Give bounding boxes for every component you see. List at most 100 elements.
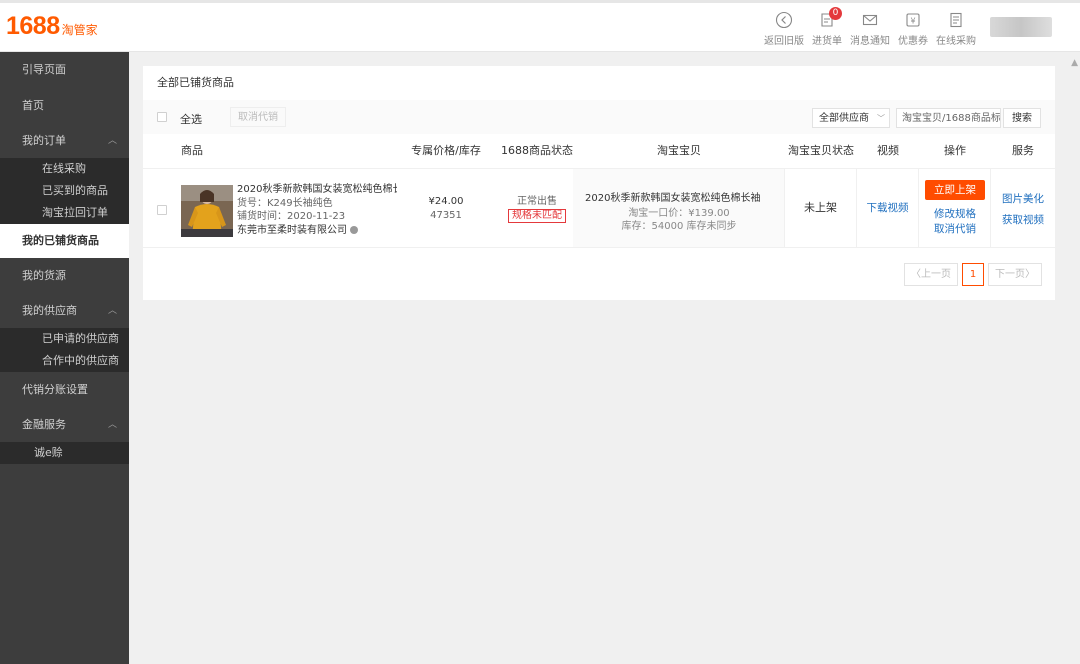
page-number-current[interactable]: 1 [962, 263, 984, 286]
pagination: 〈上一页 1 下一页〉 [900, 263, 1042, 286]
exclusive-price: ¥24.00 [428, 196, 464, 207]
sidebar-item-applied-suppliers[interactable]: 已申请的供应商 [0, 328, 129, 350]
product-image[interactable] [181, 185, 233, 237]
sidebar-item-label: 代销分账设置 [22, 383, 88, 396]
chevron-down-icon: ﹀ [877, 114, 885, 123]
taobao-item-cell: 2020秋季新款韩国女装宽松纯色棉长袖 淘宝一口价：¥139.00 库存：540… [573, 169, 785, 247]
sidebar: 引导页面 首页 我的订单 ︿ 在线采购 已买到的商品 淘宝拉回订单 我的已铺货商… [0, 52, 129, 664]
panel-title: 全部已铺货商品 [157, 76, 234, 89]
column-services: 服务 [1012, 144, 1034, 157]
product-listed-date: 铺货时间：2020-11-23 [237, 211, 346, 222]
supplier-select-value: 全部供应商 [819, 113, 869, 124]
product-title[interactable]: 2020秋季新款韩国女装宽松纯色棉长袖 [237, 183, 397, 197]
shop-info-icon [350, 225, 359, 234]
sidebar-item-label: 我的订单 [22, 134, 66, 147]
get-video-link[interactable]: 获取视频 [991, 212, 1055, 227]
mail-icon [862, 14, 878, 26]
sidebar-item-listed-products[interactable]: 我的已铺货商品 [0, 224, 129, 258]
column-price-stock: 专属价格/库存 [411, 144, 481, 157]
sidebar-item-settlement[interactable]: 代销分账设置 [0, 372, 129, 408]
table-header: 商品 专属价格/库存 1688商品状态 淘宝宝贝 淘宝宝贝状态 视频 操作 服务 [143, 134, 1055, 168]
cart-list-button[interactable]: 0 进货单 [812, 7, 842, 47]
online-purchase-label: 在线采购 [936, 36, 976, 47]
logo-text: 淘管家 [61, 23, 98, 37]
back-old-version-label: 返回旧版 [764, 36, 804, 47]
search-input[interactable]: 淘宝宝贝/1688商品标题 [896, 108, 1001, 128]
product-photo [181, 185, 233, 237]
column-1688-status: 1688商品状态 [501, 144, 573, 157]
column-video: 视频 [877, 144, 899, 157]
sidebar-submenu-suppliers: 已申请的供应商 合作中的供应商 [0, 328, 129, 372]
sidebar-item-suppliers[interactable]: 我的供应商 ︿ [0, 294, 129, 328]
sidebar-item-label: 金融服务 [22, 418, 66, 431]
search-button[interactable]: 搜索 [1003, 108, 1041, 128]
back-icon [775, 11, 793, 29]
image-beautify-link[interactable]: 图片美化 [991, 191, 1055, 206]
next-page-button[interactable]: 下一页〉 [988, 263, 1042, 286]
sidebar-item-finance[interactable]: 金融服务 ︿ [0, 408, 129, 442]
taobao-item-title[interactable]: 2020秋季新款韩国女装宽松纯色棉长袖 [585, 189, 760, 204]
chevron-up-icon: ︿ [107, 420, 117, 430]
sidebar-item-label: 我的已铺货商品 [22, 234, 99, 247]
listed-products-panel: 全部已铺货商品 全选 取消代销 全部供应商 ﹀ 淘宝宝贝/1688商品标题 搜索… [143, 66, 1055, 300]
sidebar-item-bought[interactable]: 已买到的商品 [0, 180, 129, 202]
services-cell: 图片美化 获取视频 [991, 169, 1055, 247]
cart-list-label: 进货单 [812, 36, 842, 47]
app-logo[interactable]: 1688 淘管家 [6, 12, 98, 41]
product-shop[interactable]: 东莞市至柔时装有限公司 [237, 224, 397, 238]
select-all-label[interactable]: 全选 [180, 111, 202, 127]
user-avatar[interactable] [990, 17, 1052, 37]
column-product: 商品 [181, 144, 203, 157]
spec-mismatch-tag[interactable]: 规格未匹配 [508, 209, 566, 223]
status-1688-cell: 正常出售 规格未匹配 [497, 195, 577, 223]
logo-number: 1688 [6, 12, 60, 40]
prev-page-button[interactable]: 〈上一页 [904, 263, 958, 286]
sidebar-item-credit[interactable]: 诚e赊 [0, 442, 129, 464]
taobao-stock: 库存：54000 库存未同步 [621, 221, 737, 232]
sidebar-item-online-purchase[interactable]: 在线采购 [0, 158, 129, 180]
list-now-button[interactable]: 立即上架 [925, 180, 985, 200]
sidebar-submenu-orders: 在线采购 已买到的商品 淘宝拉回订单 [0, 158, 129, 224]
scroll-up-arrow-icon[interactable]: ▲ [1071, 58, 1078, 68]
sidebar-item-sources[interactable]: 我的货源 [0, 258, 129, 294]
sidebar-item-orders[interactable]: 我的订单 ︿ [0, 124, 129, 158]
cancel-consign-link[interactable]: 取消代销 [919, 221, 991, 236]
chevron-up-icon: ︿ [107, 136, 117, 146]
status-1688: 正常出售 [517, 196, 557, 207]
edit-spec-link[interactable]: 修改规格 [919, 206, 991, 221]
taobao-status: 未上架 [785, 169, 857, 247]
sidebar-item-label: 我的供应商 [22, 304, 77, 317]
cancel-consign-button[interactable]: 取消代销 [230, 107, 286, 127]
download-video-link[interactable]: 下载视频 [857, 169, 919, 247]
supplier-select[interactable]: 全部供应商 ﹀ [812, 108, 890, 128]
sidebar-item-label: 我的货源 [22, 269, 66, 282]
top-actions: 返回旧版 0 进货单 消息通知 ¥ 优惠券 在线采购 [756, 7, 976, 47]
messages-label: 消息通知 [850, 36, 890, 47]
sidebar-item-taobao-orders[interactable]: 淘宝拉回订单 [0, 202, 129, 224]
table-row: 2020秋季新款韩国女装宽松纯色棉长袖 货号：K249长袖纯色 铺货时间：202… [143, 168, 1055, 248]
column-taobao-item: 淘宝宝贝 [657, 144, 701, 157]
column-operations: 操作 [944, 144, 966, 157]
operations-cell: 立即上架 修改规格 取消代销 [919, 169, 991, 247]
sidebar-item-cooperating-suppliers[interactable]: 合作中的供应商 [0, 350, 129, 372]
coupon-button[interactable]: ¥ 优惠券 [898, 11, 928, 47]
select-all-checkbox[interactable] [157, 112, 167, 122]
sidebar-item-guide[interactable]: 引导页面 [0, 52, 129, 88]
sidebar-submenu-finance: 诚e赊 [0, 442, 129, 464]
online-purchase-button[interactable]: 在线采购 [936, 11, 976, 47]
chevron-up-icon: ︿ [107, 306, 117, 316]
back-old-version-button[interactable]: 返回旧版 [764, 11, 804, 47]
product-info: 2020秋季新款韩国女装宽松纯色棉长袖 货号：K249长袖纯色 铺货时间：202… [237, 183, 397, 237]
sidebar-item-label: 首页 [22, 99, 44, 112]
purchase-icon [950, 12, 962, 28]
svg-text:¥: ¥ [910, 17, 915, 26]
messages-button[interactable]: 消息通知 [850, 11, 890, 47]
sidebar-item-label: 引导页面 [22, 63, 66, 76]
column-taobao-status: 淘宝宝贝状态 [788, 144, 854, 157]
sidebar-item-home[interactable]: 首页 [0, 88, 129, 124]
product-sku: 货号：K249长袖纯色 [237, 197, 333, 209]
coupon-label: 优惠券 [898, 36, 928, 47]
row-checkbox[interactable] [157, 205, 167, 215]
top-bar: 1688 淘管家 返回旧版 0 进货单 消息通知 ¥ 优惠券 在线采购 [0, 0, 1080, 52]
cart-count-badge: 0 [829, 7, 842, 20]
